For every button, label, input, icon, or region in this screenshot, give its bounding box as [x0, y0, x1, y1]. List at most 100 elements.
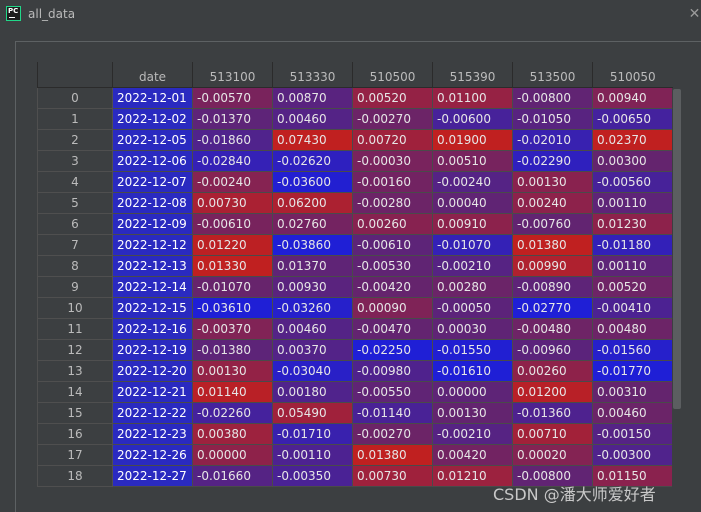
value-cell[interactable]: -0.00270: [352, 422, 433, 445]
value-cell[interactable]: -0.03040: [272, 359, 353, 382]
value-cell[interactable]: -0.00650: [592, 107, 673, 130]
value-cell[interactable]: -0.00600: [432, 107, 513, 130]
value-cell[interactable]: 0.06200: [272, 191, 353, 214]
value-cell[interactable]: -0.00610: [192, 212, 273, 235]
date-cell[interactable]: 2022-12-15: [112, 296, 193, 319]
value-cell[interactable]: -0.02620: [272, 149, 353, 172]
value-cell[interactable]: -0.03610: [192, 296, 273, 319]
column-header[interactable]: 513500: [512, 62, 593, 88]
value-cell[interactable]: -0.00530: [352, 254, 433, 277]
value-cell[interactable]: -0.00300: [592, 443, 673, 466]
value-cell[interactable]: -0.00280: [352, 191, 433, 214]
value-cell[interactable]: 0.00940: [592, 86, 673, 109]
value-cell[interactable]: -0.00560: [592, 170, 673, 193]
value-cell[interactable]: -0.01660: [192, 464, 273, 487]
value-cell[interactable]: -0.02010: [512, 128, 593, 151]
value-cell[interactable]: 0.00370: [272, 338, 353, 361]
value-cell[interactable]: 0.01100: [432, 86, 513, 109]
value-cell[interactable]: -0.03600: [272, 170, 353, 193]
value-cell[interactable]: 0.00130: [432, 401, 513, 424]
value-cell[interactable]: -0.00550: [352, 380, 433, 403]
value-cell[interactable]: -0.00030: [352, 149, 433, 172]
table-row[interactable]: 1 2022-12-02 -0.01370 0.00460 -0.00270 -0.006…: [37, 107, 673, 130]
value-cell[interactable]: -0.01380: [192, 338, 273, 361]
table-row[interactable]: 12 2022-12-19 -0.01380 0.00370 -0.02250 -0.01…: [37, 338, 673, 361]
table-row[interactable]: 5 2022-12-08 0.00730 0.06200 -0.00280 0.00040…: [37, 191, 673, 214]
value-cell[interactable]: -0.01050: [512, 107, 593, 130]
value-cell[interactable]: -0.01070: [192, 275, 273, 298]
value-cell[interactable]: -0.00960: [512, 338, 593, 361]
value-cell[interactable]: 0.00180: [272, 380, 353, 403]
value-cell[interactable]: 0.00460: [592, 401, 673, 424]
date-cell[interactable]: 2022-12-09: [112, 212, 193, 235]
column-header[interactable]: 513100: [192, 62, 273, 88]
date-cell[interactable]: 2022-12-23: [112, 422, 193, 445]
value-cell[interactable]: 0.00710: [512, 422, 593, 445]
value-cell[interactable]: -0.02840: [192, 149, 273, 172]
value-cell[interactable]: -0.01140: [352, 401, 433, 424]
value-cell[interactable]: 0.00930: [272, 275, 353, 298]
value-cell[interactable]: -0.00470: [352, 317, 433, 340]
value-cell[interactable]: -0.01610: [432, 359, 513, 382]
value-cell[interactable]: -0.00370: [192, 317, 273, 340]
date-cell[interactable]: 2022-12-22: [112, 401, 193, 424]
value-cell[interactable]: -0.01560: [592, 338, 673, 361]
date-cell[interactable]: 2022-12-27: [112, 464, 193, 487]
value-cell[interactable]: -0.02260: [192, 401, 273, 424]
value-cell[interactable]: 0.00380: [192, 422, 273, 445]
date-cell[interactable]: 2022-12-08: [112, 191, 193, 214]
index-header[interactable]: [37, 62, 113, 88]
value-cell[interactable]: -0.00410: [592, 296, 673, 319]
date-cell[interactable]: 2022-12-06: [112, 149, 193, 172]
value-cell[interactable]: 0.00130: [512, 170, 593, 193]
value-cell[interactable]: 0.00510: [432, 149, 513, 172]
value-cell[interactable]: 0.05490: [272, 401, 353, 424]
value-cell[interactable]: 0.01220: [192, 233, 273, 256]
value-cell[interactable]: -0.00800: [512, 86, 593, 109]
value-cell[interactable]: -0.03860: [272, 233, 353, 256]
value-cell[interactable]: -0.01710: [272, 422, 353, 445]
value-cell[interactable]: 0.00260: [512, 359, 593, 382]
value-cell[interactable]: -0.01180: [592, 233, 673, 256]
value-cell[interactable]: -0.00160: [352, 170, 433, 193]
data-grid[interactable]: date 513100 513330 510500 515390 513500 510050…: [37, 62, 682, 488]
table-row[interactable]: 15 2022-12-22 -0.02260 0.05490 -0.01140 0.001…: [37, 401, 673, 424]
value-cell[interactable]: 0.00110: [592, 191, 673, 214]
date-cell[interactable]: 2022-12-26: [112, 443, 193, 466]
date-cell[interactable]: 2022-12-21: [112, 380, 193, 403]
value-cell[interactable]: -0.00150: [592, 422, 673, 445]
value-cell[interactable]: 0.00730: [192, 191, 273, 214]
value-cell[interactable]: 0.01900: [432, 128, 513, 151]
value-cell[interactable]: -0.01860: [192, 128, 273, 151]
value-cell[interactable]: 0.02760: [272, 212, 353, 235]
value-cell[interactable]: 0.00110: [592, 254, 673, 277]
value-cell[interactable]: 0.00460: [272, 317, 353, 340]
value-cell[interactable]: -0.00240: [192, 170, 273, 193]
column-header[interactable]: 515390: [432, 62, 513, 88]
date-cell[interactable]: 2022-12-13: [112, 254, 193, 277]
value-cell[interactable]: 0.00910: [432, 212, 513, 235]
value-cell[interactable]: 0.00460: [272, 107, 353, 130]
value-cell[interactable]: -0.03260: [272, 296, 353, 319]
value-cell[interactable]: 0.00480: [592, 317, 673, 340]
value-cell[interactable]: -0.00890: [512, 275, 593, 298]
value-cell[interactable]: -0.00980: [352, 359, 433, 382]
value-cell[interactable]: -0.00240: [432, 170, 513, 193]
value-cell[interactable]: 0.01380: [512, 233, 593, 256]
value-cell[interactable]: -0.00210: [432, 254, 513, 277]
value-cell[interactable]: -0.01770: [592, 359, 673, 382]
table-row[interactable]: 3 2022-12-06 -0.02840 -0.02620 -0.00030 0.005…: [37, 149, 673, 172]
value-cell[interactable]: 0.00030: [432, 317, 513, 340]
value-cell[interactable]: -0.02250: [352, 338, 433, 361]
column-header[interactable]: date: [112, 62, 193, 88]
value-cell[interactable]: -0.02290: [512, 149, 593, 172]
value-cell[interactable]: 0.01200: [512, 380, 593, 403]
date-cell[interactable]: 2022-12-02: [112, 107, 193, 130]
value-cell[interactable]: 0.07430: [272, 128, 353, 151]
column-header[interactable]: 510050: [592, 62, 673, 88]
value-cell[interactable]: 0.00990: [512, 254, 593, 277]
table-row[interactable]: 0 2022-12-01 -0.00570 0.00870 0.00520 0.01100…: [37, 86, 673, 109]
date-cell[interactable]: 2022-12-01: [112, 86, 193, 109]
value-cell[interactable]: 0.00040: [432, 191, 513, 214]
value-cell[interactable]: 0.01140: [192, 380, 273, 403]
